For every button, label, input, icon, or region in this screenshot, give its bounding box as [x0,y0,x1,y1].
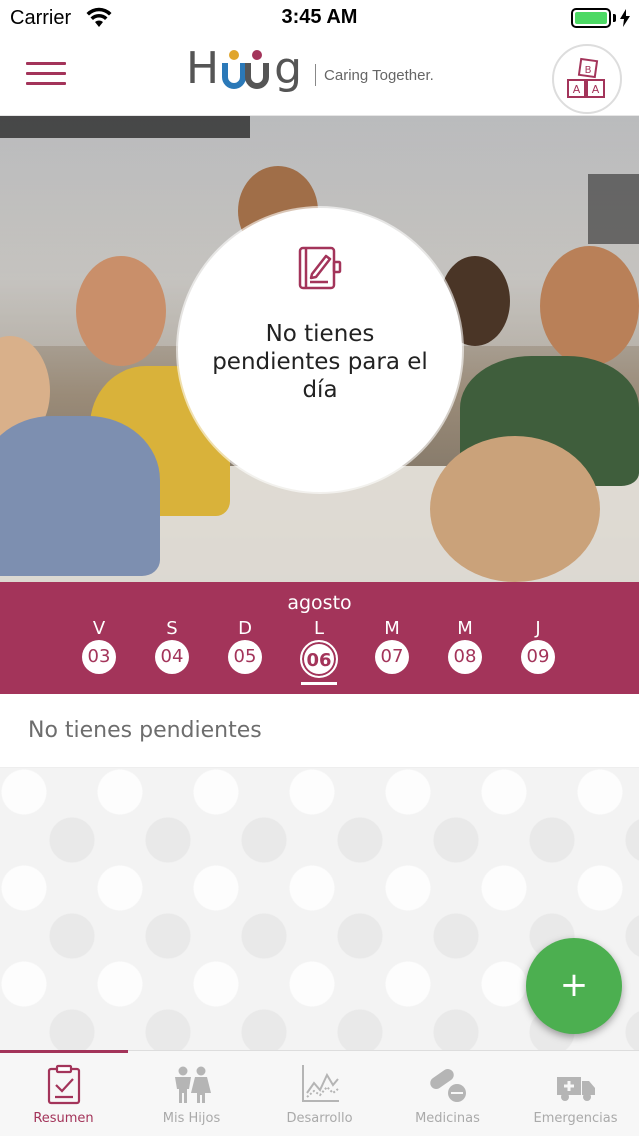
abc-blocks-icon: B A A [567,57,605,98]
calendar-day[interactable]: V 03 [79,618,119,674]
app-header: H g Caring Together. B A A [0,36,639,116]
no-tasks-message: No tienes pendientes para el día [212,321,428,403]
svg-text:B: B [585,65,592,76]
add-button[interactable]: + [526,938,622,1034]
svg-text:A: A [573,83,581,96]
calendar-day[interactable]: J 09 [518,618,558,674]
calendar-day-selected[interactable]: L 06 [299,618,339,678]
week-calendar: agosto V 03 S 04 D 05 L 06 M 07 M 08 J 0… [0,582,639,694]
svg-text:A: A [592,83,600,96]
ambulance-icon [557,1077,595,1101]
huug-logo: H g Caring Together. [186,43,434,94]
pending-list: No tienes pendientes [0,694,639,768]
calendar-day[interactable]: M 07 [372,618,412,674]
tab-desarrollo[interactable]: Desarrollo [256,1051,383,1136]
edit-notebook-icon [298,246,342,290]
tab-emergencias[interactable]: Emergencias [512,1051,639,1136]
no-pending-text: No tienes pendientes [28,718,262,743]
selected-day-indicator [301,682,337,685]
calendar-day[interactable]: D 05 [225,618,265,674]
children-icon [175,1066,211,1103]
pills-icon [430,1068,466,1102]
child-photo-figure [76,256,166,366]
tab-mis-hijos[interactable]: Mis Hijos [128,1051,255,1136]
bottom-tab-bar: Resumen Mis Hijos Desarrollo Medicinas E… [0,1050,639,1136]
calendar-day[interactable]: S 04 [152,618,192,674]
clock: 3:45 AM [281,6,358,28]
chart-line-icon [302,1065,339,1102]
logo-tagline: Caring Together. [324,66,434,84]
tab-medicinas[interactable]: Medicinas [384,1051,511,1136]
profile-button[interactable]: B A A [552,44,622,114]
calendar-month: agosto [287,592,352,614]
hero-banner: No tienes pendientes para el día [0,116,639,582]
hamburger-menu-button[interactable] [26,62,66,90]
clipboard-check-icon [47,1064,81,1105]
no-tasks-circle: No tienes pendientes para el día [178,208,462,492]
charging-bolt-icon [620,9,630,27]
tab-resumen[interactable]: Resumen [0,1050,128,1136]
status-bar: Carrier 3:45 AM [0,0,639,36]
calendar-day[interactable]: M 08 [445,618,485,674]
logo-uu-mark [222,50,270,89]
background-window [0,116,250,138]
battery-icon [571,8,611,28]
